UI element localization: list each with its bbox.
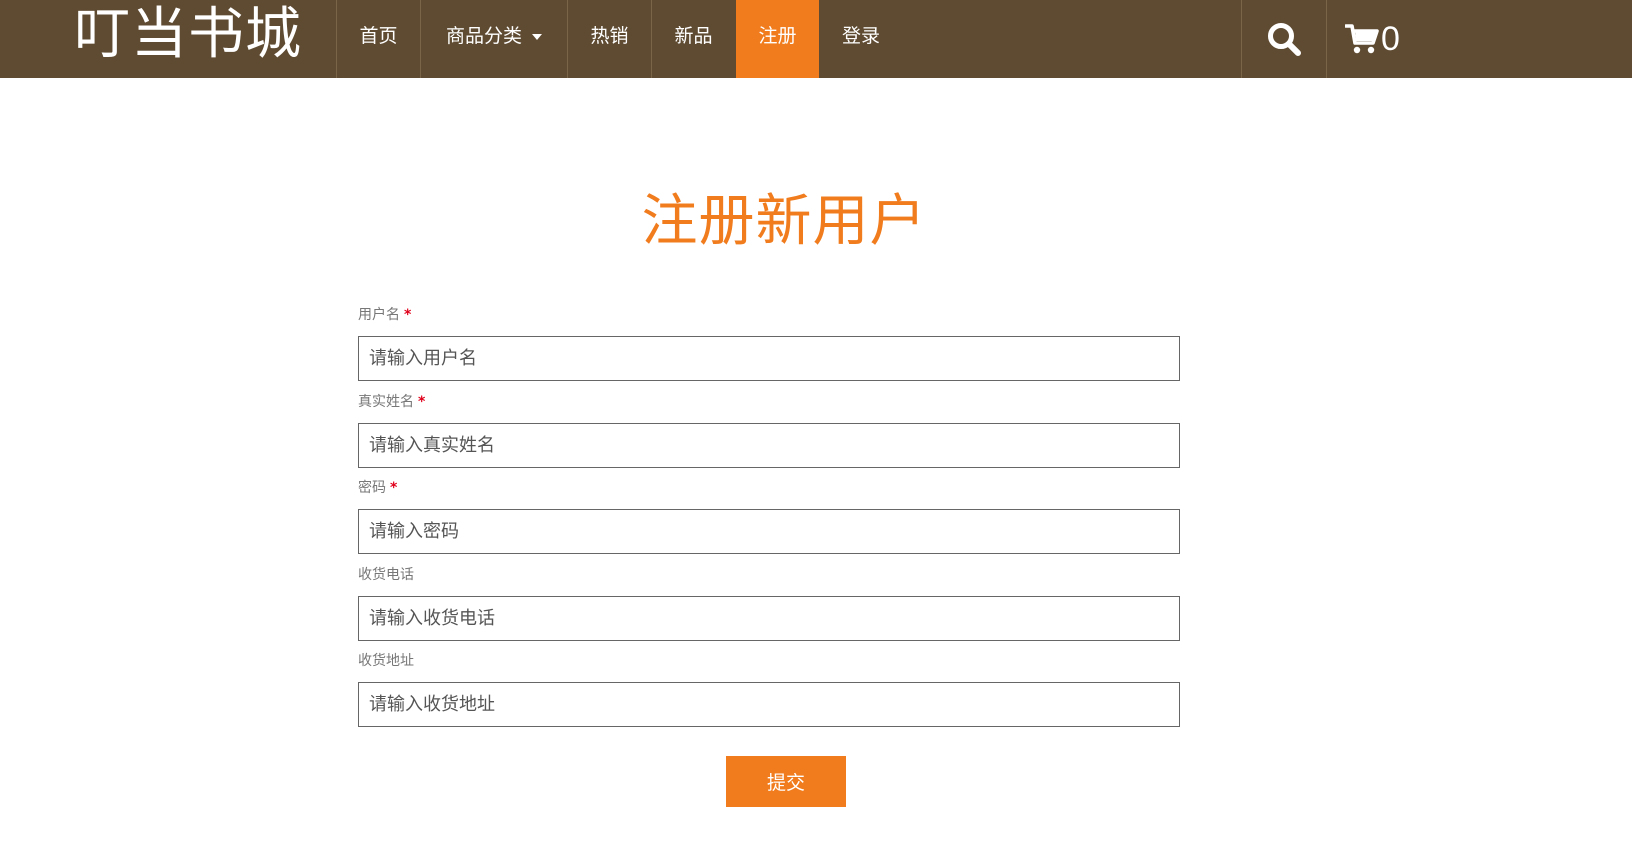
form-group-username: 用户名 * <box>358 300 1180 387</box>
phone-label: 收货电话 <box>358 560 1180 596</box>
page-title: 注册新用户 <box>641 189 927 254</box>
nav-new[interactable]: 新品 <box>651 0 735 78</box>
register-form: 用户名* 真实姓名* 密码* 收货电话 收货地址 <box>358 300 1180 733</box>
brand-logo[interactable]: 叮当书城 <box>74 2 302 72</box>
nav-login[interactable]: 登录 <box>819 0 903 78</box>
nav-register[interactable]: 注册 <box>736 0 819 78</box>
username-input[interactable] <box>358 336 1180 381</box>
form-group-password: 密码 * <box>358 473 1180 560</box>
form-group-phone: 收货电话 <box>358 560 1180 647</box>
realname-input[interactable] <box>358 422 1180 468</box>
address-label-text: 收货地址 <box>358 653 414 669</box>
submit-button[interactable]: 提交 <box>726 756 846 807</box>
cart-count: 0 <box>1381 20 1400 58</box>
phone-input[interactable] <box>358 595 1180 641</box>
address-input[interactable] <box>358 682 1180 727</box>
cart-button[interactable]: 0 <box>1327 0 1431 78</box>
phone-label-text: 收货电话 <box>358 566 414 583</box>
password-label-text: 密码 <box>358 480 386 496</box>
top-navbar: 叮当书城 首页 商品分类 热销 新品 注册 登录 0 <box>0 0 1632 78</box>
username-label-text: 用户名 <box>358 307 400 323</box>
cart-icon <box>1345 24 1379 54</box>
address-label: 收货地址 <box>358 646 1180 682</box>
search-icon <box>1268 23 1301 56</box>
required-mark: * <box>418 393 426 410</box>
realname-label: 真实姓名 * <box>358 387 1180 423</box>
search-button[interactable] <box>1242 0 1326 78</box>
required-mark: * <box>390 480 398 496</box>
realname-label-text: 真实姓名 <box>358 393 414 410</box>
required-mark: * <box>404 307 412 323</box>
username-label: 用户名 * <box>358 300 1180 336</box>
nav-category-dropdown[interactable]: 商品分类 <box>420 0 567 78</box>
password-input[interactable] <box>358 509 1180 554</box>
nav-category-label: 商品分类 <box>445 25 522 47</box>
nav-hot[interactable]: 热销 <box>567 0 651 78</box>
caret-down-icon <box>532 33 542 40</box>
password-label: 密码 * <box>358 473 1180 509</box>
nav-home-label: 首页 <box>359 25 398 47</box>
nav-register-label: 注册 <box>758 25 797 47</box>
form-group-realname: 真实姓名 * <box>358 387 1180 474</box>
nav-new-label: 新品 <box>674 25 713 47</box>
nav-login-label: 登录 <box>841 25 880 47</box>
form-group-address: 收货地址 <box>358 646 1180 733</box>
nav-hot-label: 热销 <box>590 25 629 47</box>
nav-home[interactable]: 首页 <box>336 0 420 78</box>
